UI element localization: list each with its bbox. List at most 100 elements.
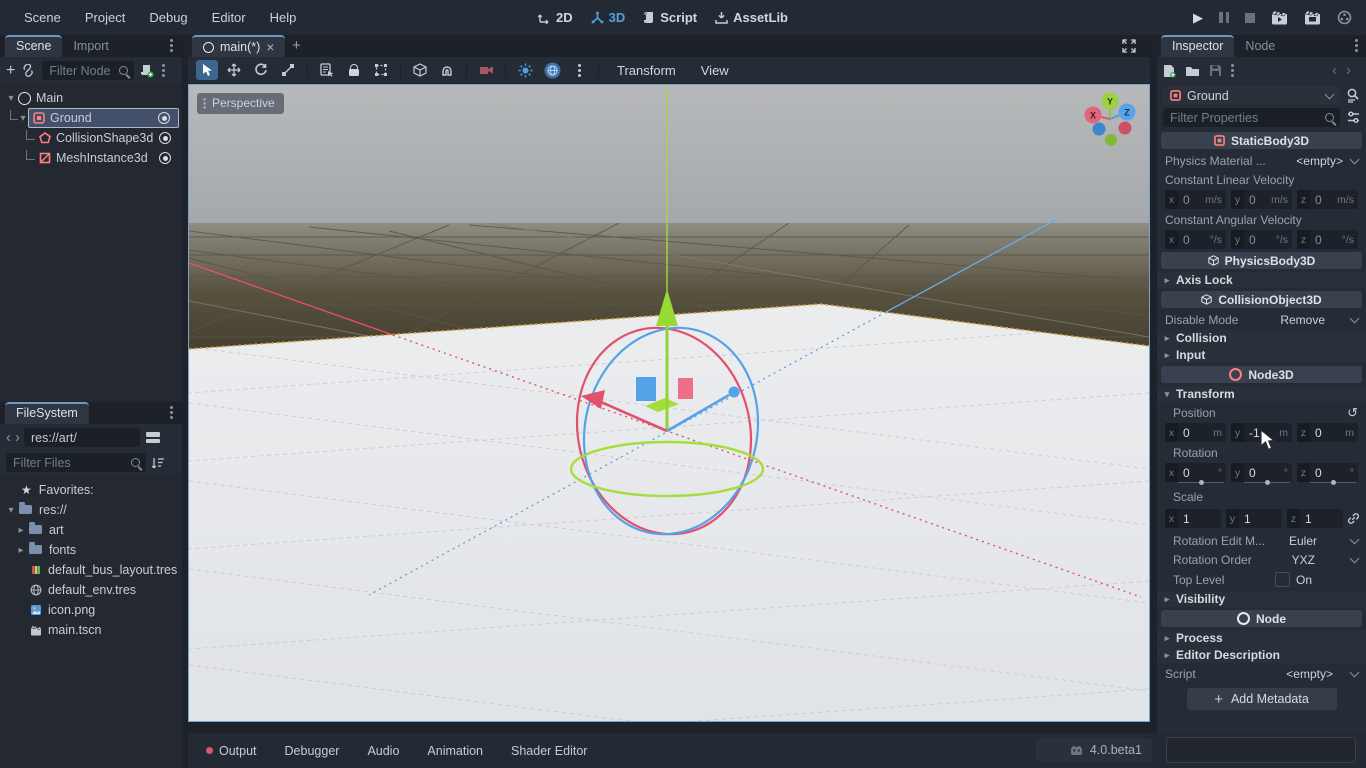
group-transform[interactable]: ▾Transform xyxy=(1157,386,1366,402)
class-header-node[interactable]: Node xyxy=(1161,610,1362,627)
preview-options-menu-icon[interactable] xyxy=(568,60,590,80)
tab-main-scene[interactable]: main(*) × xyxy=(192,35,285,59)
instance-scene-button[interactable] xyxy=(21,64,36,77)
scale-y-field[interactable]: y1 xyxy=(1226,509,1282,528)
preview-sunlight-toggle[interactable] xyxy=(514,60,536,80)
prop-physics-material[interactable]: Physics Material ... <empty> xyxy=(1157,152,1366,169)
bottom-tab-audio[interactable]: Audio xyxy=(353,744,413,758)
menu-project[interactable]: Project xyxy=(73,6,137,30)
tree-row-collisionshape[interactable]: CollisionShape3d xyxy=(0,128,182,148)
menu-help[interactable]: Help xyxy=(258,6,309,30)
prop-rotation-order[interactable]: Rotation Order YXZ xyxy=(1157,551,1366,568)
scale-x-field[interactable]: x1 xyxy=(1165,509,1221,528)
position-x-field[interactable]: x0m xyxy=(1165,423,1226,442)
clv-y-field[interactable]: y0m/s xyxy=(1231,190,1292,209)
visibility-eye-icon[interactable] xyxy=(158,112,170,124)
sort-icon[interactable] xyxy=(152,457,165,469)
top-level-checkbox[interactable] xyxy=(1275,572,1290,587)
local-space-button[interactable] xyxy=(409,60,431,80)
position-z-field[interactable]: z0m xyxy=(1297,423,1358,442)
workspace-2d[interactable]: 2D xyxy=(538,10,573,25)
collapse-arrow-icon[interactable]: ▾ xyxy=(6,505,16,516)
slider-grabber[interactable] xyxy=(1331,480,1336,485)
movie-maker-button[interactable] xyxy=(1337,10,1352,25)
transform-menu[interactable]: Transform xyxy=(607,63,686,78)
tree-row-ground[interactable]: ▾ Ground xyxy=(0,108,182,128)
group-collision[interactable]: ▸Collision xyxy=(1157,330,1366,346)
add-node-button[interactable]: + xyxy=(6,62,15,80)
menu-scene[interactable]: Scene xyxy=(12,6,73,30)
group-visibility[interactable]: ▸Visibility xyxy=(1157,591,1366,607)
tab-node[interactable]: Node xyxy=(1234,36,1286,57)
collapse-arrow-icon[interactable]: ▾ xyxy=(6,93,16,104)
filesystem-menu-icon[interactable] xyxy=(170,411,173,414)
property-tools-icon[interactable] xyxy=(1347,111,1360,124)
scene-tree-menu-icon[interactable] xyxy=(162,69,165,72)
perspective-button[interactable]: Perspective xyxy=(197,93,284,114)
fs-row-icon-png[interactable]: icon.png xyxy=(0,600,182,620)
add-metadata-button[interactable]: + Add Metadata xyxy=(1187,688,1337,710)
clv-x-field[interactable]: x0m/s xyxy=(1165,190,1226,209)
class-header-node3d[interactable]: Node3D xyxy=(1161,366,1362,383)
select-mode-button[interactable] xyxy=(196,60,218,80)
group-process[interactable]: ▸Process xyxy=(1157,630,1366,646)
scale-z-field[interactable]: z1 xyxy=(1287,509,1343,528)
open-docs-icon[interactable] xyxy=(1346,88,1360,103)
bottom-tab-shader-editor[interactable]: Shader Editor xyxy=(497,744,601,758)
class-header-staticbody3d[interactable]: StaticBody3D xyxy=(1161,132,1362,149)
bottom-tab-animation[interactable]: Animation xyxy=(413,744,497,758)
stop-button[interactable] xyxy=(1245,13,1255,23)
fs-row-fonts[interactable]: ▸ fonts xyxy=(0,540,182,560)
class-header-collisionobject3d[interactable]: CollisionObject3D xyxy=(1161,291,1362,308)
pause-button[interactable] xyxy=(1219,12,1229,23)
rotation-x-field[interactable]: x0° xyxy=(1165,463,1226,482)
bottom-tab-output[interactable]: Output xyxy=(192,744,271,758)
tab-scene[interactable]: Scene xyxy=(5,35,62,57)
revert-icon[interactable]: ↺ xyxy=(1347,405,1358,421)
preview-camera-icon[interactable] xyxy=(475,60,497,80)
tree-row-main[interactable]: ▾ Main xyxy=(0,88,182,108)
cav-x-field[interactable]: x0°/s xyxy=(1165,230,1226,249)
3d-viewport[interactable]: Y X Z Perspective xyxy=(188,84,1150,722)
path-field[interactable] xyxy=(24,428,140,447)
snap-magnet-button[interactable] xyxy=(436,60,458,80)
group-input[interactable]: ▸Input xyxy=(1157,347,1366,363)
filter-files-input[interactable] xyxy=(6,453,146,472)
expand-arrow-icon[interactable]: ▸ xyxy=(16,525,26,536)
class-header-physicsbody3d[interactable]: PhysicsBody3D xyxy=(1161,252,1362,269)
view-menu[interactable]: View xyxy=(691,63,739,78)
group-editor-description[interactable]: ▸Editor Description xyxy=(1157,647,1366,663)
link-scale-icon[interactable] xyxy=(1347,512,1360,525)
close-icon[interactable]: × xyxy=(266,39,274,55)
play-custom-scene-button[interactable] xyxy=(1304,10,1321,25)
save-resource-button[interactable] xyxy=(1209,64,1222,77)
expand-arrow-icon[interactable]: ▸ xyxy=(16,545,26,556)
slider-grabber[interactable] xyxy=(1265,480,1270,485)
selectable-list-button[interactable] xyxy=(316,60,338,80)
tab-filesystem[interactable]: FileSystem xyxy=(5,402,89,424)
version-button[interactable]: 4.0.beta1 xyxy=(1036,738,1152,762)
collapse-arrow-icon[interactable]: ▾ xyxy=(18,113,28,124)
nav-back-icon[interactable]: ‹ xyxy=(6,429,11,446)
workspace-3d[interactable]: 3D xyxy=(591,10,626,25)
load-resource-button[interactable] xyxy=(1185,65,1200,77)
node-selector[interactable]: Ground xyxy=(1163,86,1340,105)
group-button[interactable] xyxy=(370,60,392,80)
play-scene-button[interactable] xyxy=(1271,10,1288,25)
visibility-eye-icon[interactable] xyxy=(159,132,171,144)
cav-y-field[interactable]: y0°/s xyxy=(1231,230,1292,249)
group-axis-lock[interactable]: ▸Axis Lock xyxy=(1157,272,1366,288)
tab-inspector[interactable]: Inspector xyxy=(1161,35,1234,57)
new-tab-button[interactable]: + xyxy=(292,37,301,54)
prop-top-level[interactable]: Top Level On xyxy=(1157,570,1366,589)
prop-script[interactable]: Script <empty> xyxy=(1157,665,1366,682)
workspace-script[interactable]: Script xyxy=(643,10,697,25)
fs-row-res[interactable]: ▾ res:// xyxy=(0,500,182,520)
new-resource-button[interactable] xyxy=(1163,64,1176,78)
fs-row-art[interactable]: ▸ art xyxy=(0,520,182,540)
nav-forward-icon[interactable]: › xyxy=(15,429,20,446)
play-button[interactable]: ▶ xyxy=(1193,10,1203,26)
slider-grabber[interactable] xyxy=(1199,480,1204,485)
resource-options-icon[interactable] xyxy=(1231,69,1234,72)
visibility-eye-icon[interactable] xyxy=(159,152,171,164)
